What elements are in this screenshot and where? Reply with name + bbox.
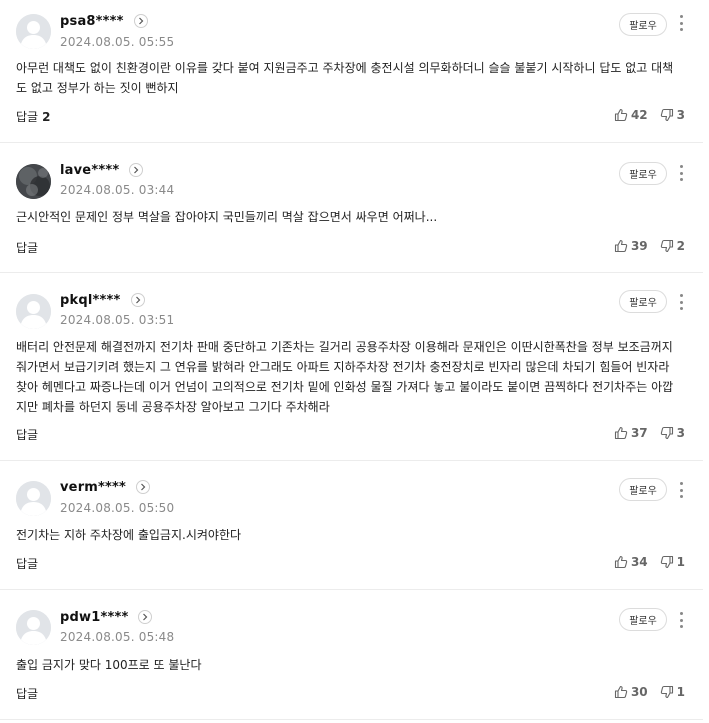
nickname[interactable]: verm****: [60, 480, 126, 495]
timestamp: 2024.08.05. 05:50: [60, 501, 175, 515]
reply-label: 답글: [16, 557, 39, 571]
comment-item: pkql**** 2024.08.05. 03:51 팔로우 배터리 안전문제 …: [0, 273, 703, 461]
like-count: 39: [630, 239, 648, 253]
more-options-icon[interactable]: [676, 611, 686, 629]
dislike-button[interactable]: 3: [660, 108, 685, 122]
default-avatar-icon: [16, 481, 51, 516]
like-button[interactable]: 39: [614, 239, 648, 253]
dislike-button[interactable]: 1: [660, 555, 685, 569]
reply-button[interactable]: 답글: [16, 426, 38, 443]
like-count: 34: [630, 555, 648, 569]
thumbs-down-icon: [660, 555, 673, 569]
dislike-count: 2: [676, 239, 685, 253]
nickname[interactable]: lave****: [60, 163, 119, 178]
thumbs-up-icon: [614, 685, 628, 699]
dislike-count: 3: [676, 108, 685, 122]
dislike-count: 1: [676, 685, 685, 699]
reply-button[interactable]: 답글: [16, 239, 38, 256]
reply-label: 답글: [16, 241, 39, 255]
chevron-right-icon[interactable]: [138, 610, 153, 624]
follow-button[interactable]: 팔로우: [619, 478, 667, 501]
thumbs-up-icon: [614, 555, 628, 569]
like-button[interactable]: 34: [614, 555, 648, 569]
avatar[interactable]: [16, 294, 51, 329]
follow-button[interactable]: 팔로우: [619, 608, 667, 631]
default-avatar-icon: [16, 294, 51, 329]
thumbs-up-icon: [614, 239, 628, 253]
thumbs-up-icon: [614, 108, 628, 122]
timestamp: 2024.08.05. 03:44: [60, 183, 175, 197]
comment-item: psa8**** 2024.08.05. 05:55 팔로우 아무런 대책도 없…: [0, 0, 703, 143]
avatar[interactable]: [16, 14, 51, 49]
default-avatar-icon: [16, 610, 51, 645]
like-button[interactable]: 37: [614, 426, 648, 440]
comment-text: 배터리 안전문제 해결전까지 전기차 판매 중단하고 기존차는 길거리 공용주차…: [16, 340, 674, 414]
profile-photo-icon: [16, 164, 51, 199]
default-avatar-icon: [16, 14, 51, 49]
chevron-right-icon[interactable]: [133, 14, 148, 28]
reply-label: 답글: [16, 428, 39, 442]
thumbs-down-icon: [660, 426, 673, 440]
timestamp: 2024.08.05. 03:51: [60, 313, 175, 327]
reply-button[interactable]: 답글 2: [16, 108, 50, 125]
reply-count: 2: [42, 109, 51, 124]
chevron-right-icon[interactable]: [130, 293, 145, 307]
comment-item: lave**** 2024.08.05. 03:44 팔로우 근시안적인 문제인…: [0, 143, 703, 273]
more-options-icon[interactable]: [676, 164, 686, 182]
reply-button[interactable]: 답글: [16, 555, 38, 572]
dislike-count: 3: [676, 426, 685, 440]
avatar[interactable]: [16, 610, 51, 645]
comment-item: verm**** 2024.08.05. 05:50 팔로우 전기차는 지하 주…: [0, 461, 703, 590]
comment-text: 전기차는 지하 주차장에 출입금지.시켜야한다: [16, 528, 242, 542]
nickname[interactable]: psa8****: [60, 14, 124, 29]
like-button[interactable]: 30: [614, 685, 648, 699]
follow-button[interactable]: 팔로우: [619, 13, 667, 36]
thumbs-down-icon: [660, 685, 673, 699]
dislike-button[interactable]: 2: [660, 239, 685, 253]
more-options-icon[interactable]: [676, 14, 686, 32]
more-options-icon[interactable]: [676, 293, 686, 311]
avatar[interactable]: [16, 481, 51, 516]
reply-button[interactable]: 답글: [16, 685, 38, 702]
comment-text: 근시안적인 문제인 정부 멱살을 잡아야지 국민들끼리 멱살 잡으면서 싸우면 …: [16, 210, 438, 224]
avatar[interactable]: [16, 164, 51, 199]
like-button[interactable]: 42: [614, 108, 648, 122]
thumbs-up-icon: [614, 426, 628, 440]
follow-button[interactable]: 팔로우: [619, 162, 667, 185]
nickname[interactable]: pkql****: [60, 293, 121, 308]
more-options-icon[interactable]: [676, 481, 686, 499]
thumbs-down-icon: [660, 108, 673, 122]
like-count: 30: [630, 685, 648, 699]
timestamp: 2024.08.05. 05:48: [60, 630, 175, 644]
chevron-right-icon[interactable]: [136, 480, 151, 494]
follow-button[interactable]: 팔로우: [619, 290, 667, 313]
thumbs-down-icon: [660, 239, 673, 253]
like-count: 37: [630, 426, 648, 440]
dislike-button[interactable]: 3: [660, 426, 685, 440]
chevron-right-icon[interactable]: [129, 163, 144, 177]
dislike-count: 1: [676, 555, 685, 569]
comment-item: pdw1**** 2024.08.05. 05:48 팔로우 출입 금지가 맞다…: [0, 590, 703, 720]
reply-label: 답글: [16, 687, 39, 701]
nickname[interactable]: pdw1****: [60, 610, 128, 625]
reply-label: 답글: [16, 110, 39, 124]
timestamp: 2024.08.05. 05:55: [60, 35, 175, 49]
comment-text: 아무런 대책도 없이 친환경이란 이유를 갖다 붙여 지원금주고 주차장에 충전…: [16, 61, 674, 95]
comment-text: 출입 금지가 맞다 100프로 또 불난다: [16, 658, 202, 672]
dislike-button[interactable]: 1: [660, 685, 685, 699]
like-count: 42: [630, 108, 648, 122]
